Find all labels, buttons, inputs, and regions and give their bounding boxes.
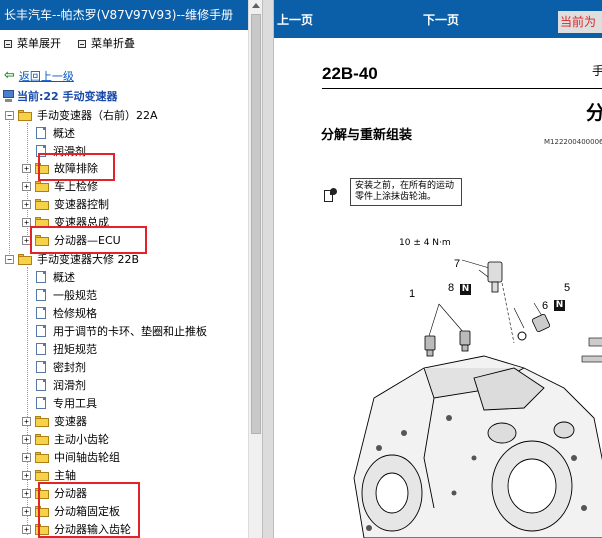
tree-item-snap-ring-spacer[interactable]: 用于调节的卡环、垫圈和止推板 [36, 322, 207, 340]
scroll-up-icon[interactable] [252, 3, 260, 8]
expand-toggle-icon[interactable]: + [22, 452, 31, 462]
folder-open-icon [18, 109, 32, 121]
tree-folder-label: 变速器控制 [54, 198, 109, 211]
current-page-indicator: 当前为 [558, 11, 602, 33]
tree-folder-label: 变速器 [54, 415, 87, 428]
tree-folder-countershaft-gear[interactable]: + 中间轴齿轮组 [22, 448, 120, 466]
document-icon [36, 397, 46, 409]
folder-icon [35, 198, 49, 210]
expand-menu-button[interactable]: 菜单展开 [4, 36, 61, 52]
tree-item-service-spec[interactable]: 检修规格 [36, 304, 97, 322]
tree-item-torque-spec[interactable]: 扭矩规范 [36, 340, 97, 358]
callout-1: 1 [409, 288, 416, 300]
back-link-label: 返回上一级 [18, 70, 74, 83]
bolt-part [424, 330, 471, 357]
exploded-view-diagram [353, 259, 602, 538]
tree-item-label: 润滑剂 [53, 379, 86, 392]
scrollbar-thumb[interactable] [251, 14, 261, 434]
document-icon [36, 271, 46, 283]
tree-folder-transmission-control[interactable]: + 变速器控制 [22, 195, 109, 213]
expand-toggle-icon[interactable]: + [22, 199, 31, 209]
tree-folder-label: 主动小齿轮 [54, 433, 109, 446]
expand-toggle-icon[interactable]: + [22, 506, 31, 516]
expand-toggle-icon[interactable]: + [22, 434, 31, 444]
folder-icon [35, 415, 49, 427]
transmission-housing [353, 355, 602, 538]
tree-item-label: 概述 [53, 271, 75, 284]
tree-folder-transmission[interactable]: + 变速器 [22, 412, 87, 430]
tree-item-label: 一般规范 [53, 289, 97, 302]
manual-page: 22B-40 手 分 分解与重新组装 M1222004000062 安装之前，在… [274, 38, 602, 538]
current-location-label: 当前:22 手动变速器 [17, 90, 118, 103]
document-icon [36, 379, 46, 391]
tree-folder-label: 主轴 [54, 469, 76, 482]
tree-item-label: 扭矩规范 [53, 343, 97, 356]
callout-6: 6 [542, 300, 549, 312]
tree-item-label: 检修规格 [53, 307, 97, 320]
callout-7: 7 [454, 258, 461, 270]
document-icon [36, 325, 46, 337]
document-panel: 上一页 下一页 当前为 22B-40 手 分 分解与重新组装 M12220040… [274, 0, 602, 538]
folder-open-icon [18, 253, 32, 265]
expand-toggle-icon[interactable]: + [22, 488, 31, 498]
tree-folder-drive-pinion[interactable]: + 主动小齿轮 [22, 430, 109, 448]
tree-item-lubricant-22b[interactable]: 润滑剂 [36, 376, 86, 394]
folder-icon [35, 469, 49, 481]
folder-icon [35, 180, 49, 192]
back-arrow-icon: ⇦ [4, 68, 15, 83]
tree-item-label: 用于调节的卡环、垫圈和止推板 [53, 325, 207, 338]
tree-group-label: 手动变速器（右前）22A [37, 109, 158, 122]
expand-toggle-icon[interactable]: + [22, 416, 31, 426]
document-icon [36, 343, 46, 355]
collapse-toggle-icon[interactable]: − [5, 254, 14, 264]
highlight-box [38, 153, 115, 181]
expand-toggle-icon[interactable]: + [22, 163, 31, 173]
prev-page-button[interactable]: 上一页 [277, 11, 313, 28]
callout-5: 5 [564, 282, 571, 294]
highlight-box [30, 226, 147, 254]
n-mark-icon: N [460, 284, 471, 295]
expand-menu-label: 菜单展开 [17, 37, 61, 50]
tree-panel: 长丰汽车--帕杰罗(V87V97V93)--维修手册 菜单展开 菜单折叠 ⇦ 返… [0, 0, 262, 538]
document-icon [36, 127, 46, 139]
tree-item-sealant[interactable]: 密封剂 [36, 358, 86, 376]
tree-item-label: 专用工具 [53, 397, 97, 410]
tree-item-special-tools[interactable]: 专用工具 [36, 394, 97, 412]
collapse-toggle-icon[interactable]: − [5, 110, 14, 120]
collapse-icon [78, 40, 86, 48]
o-ring-part [517, 331, 527, 341]
expand-toggle-icon[interactable]: + [22, 181, 31, 191]
computer-icon [3, 89, 14, 103]
tree-item-label: 概述 [53, 127, 75, 140]
callout-8: 8 [448, 282, 455, 294]
switch-part [531, 313, 551, 333]
highlight-box [38, 482, 140, 538]
tree-item-overview-22b[interactable]: 概述 [36, 268, 75, 286]
current-location: 当前:22 手动变速器 [3, 88, 118, 104]
next-page-button[interactable]: 下一页 [423, 11, 459, 28]
tree-item-overview-22a[interactable]: 概述 [36, 124, 75, 142]
tree-item-label: 密封剂 [53, 361, 86, 374]
tree-item-general-spec[interactable]: 一般规范 [36, 286, 97, 304]
document-icon [36, 361, 46, 373]
folder-icon [35, 451, 49, 463]
document-icon [36, 289, 46, 301]
tree-group-22a[interactable]: − 手动变速器（右前）22A [5, 106, 158, 124]
panel-splitter[interactable] [262, 0, 274, 538]
back-link[interactable]: ⇦ 返回上一级 [4, 69, 74, 83]
speed-sensor-part [487, 261, 503, 293]
expand-toggle-icon[interactable]: + [22, 524, 31, 534]
collapse-menu-button[interactable]: 菜单折叠 [78, 36, 135, 52]
expand-icon [4, 40, 12, 48]
tree-line [9, 114, 10, 264]
document-icon [36, 307, 46, 319]
tree-folder-label: 中间轴齿轮组 [54, 451, 120, 464]
window-title: 长丰汽车--帕杰罗(V87V97V93)--维修手册 [0, 0, 248, 30]
expand-toggle-icon[interactable]: + [22, 470, 31, 480]
document-toolbar: 上一页 下一页 当前为 [274, 0, 602, 38]
collapse-menu-label: 菜单折叠 [91, 37, 135, 50]
tree-scrollbar[interactable] [248, 0, 262, 538]
n-mark-icon: N [554, 300, 565, 311]
folder-icon [35, 433, 49, 445]
